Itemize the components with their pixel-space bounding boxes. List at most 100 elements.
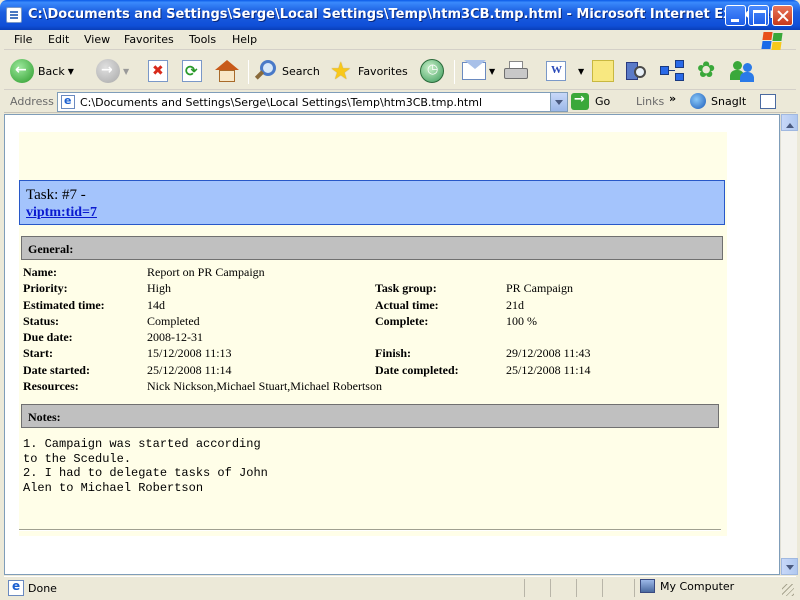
printer-icon bbox=[504, 61, 528, 81]
task-header: Task: #7 - viptm:tid=7 bbox=[19, 180, 725, 225]
resize-grip[interactable] bbox=[782, 584, 794, 596]
horizontal-rule bbox=[19, 529, 721, 531]
menu-help[interactable]: Help bbox=[232, 33, 257, 46]
mail-dropdown-icon[interactable]: ▼ bbox=[489, 67, 495, 76]
go-label: Go bbox=[595, 95, 611, 108]
refresh-icon: ⟳ bbox=[182, 60, 202, 82]
minimize-button[interactable] bbox=[725, 5, 746, 26]
menu-edit[interactable]: Edit bbox=[48, 33, 69, 46]
my-computer-icon bbox=[640, 579, 655, 593]
resources-label: Resources: bbox=[23, 379, 79, 393]
complete-label: Complete: bbox=[375, 314, 429, 328]
messenger-flower-button[interactable]: ✿ bbox=[697, 56, 721, 86]
edit-word-button[interactable]: W ▼ bbox=[546, 56, 584, 86]
task-group-label: Task group: bbox=[375, 281, 437, 295]
ie-page-icon bbox=[6, 7, 22, 23]
task-link[interactable]: viptm:tid=7 bbox=[26, 205, 718, 221]
go-arrow-icon bbox=[571, 92, 589, 110]
history-clock-icon: ◷ bbox=[420, 59, 444, 83]
priority-label: Priority: bbox=[23, 281, 68, 295]
home-icon bbox=[215, 60, 239, 82]
research-button[interactable] bbox=[624, 56, 648, 86]
name-label: Name: bbox=[23, 265, 57, 279]
search-label: Search bbox=[282, 64, 320, 78]
snagit-icon bbox=[690, 93, 706, 109]
name-value: Report on PR Campaign bbox=[147, 265, 265, 279]
status-pane-divider bbox=[576, 579, 577, 597]
home-button[interactable] bbox=[215, 56, 239, 86]
standard-toolbar: ← Back ▼ → ▼ ✖ ⟳ Search ★ Favorites ◷ ▼ … bbox=[4, 52, 796, 90]
search-button[interactable]: Search bbox=[254, 56, 320, 86]
ie-status-icon bbox=[8, 579, 24, 596]
menu-tools[interactable]: Tools bbox=[189, 33, 216, 46]
stop-button[interactable]: ✖ bbox=[148, 56, 168, 86]
search-icon bbox=[254, 59, 278, 83]
history-button[interactable]: ◷ bbox=[420, 56, 444, 86]
actual-time-label: Actual time: bbox=[375, 298, 439, 312]
messenger-button[interactable] bbox=[730, 56, 756, 86]
back-arrow-icon: ← bbox=[10, 59, 34, 83]
estimated-time-label: Estimated time: bbox=[23, 298, 105, 312]
maximize-button[interactable] bbox=[748, 5, 769, 26]
scroll-down-icon[interactable] bbox=[781, 558, 798, 575]
favorites-button[interactable]: ★ Favorites bbox=[330, 56, 408, 86]
scroll-up-icon[interactable] bbox=[781, 114, 798, 131]
address-url[interactable]: C:\Documents and Settings\Serge\Local Se… bbox=[80, 96, 482, 109]
refresh-button[interactable]: ⟳ bbox=[182, 56, 202, 86]
task-title: Task: #7 - bbox=[26, 187, 86, 203]
back-dropdown-icon[interactable]: ▼ bbox=[68, 67, 74, 76]
discuss-button[interactable] bbox=[592, 56, 614, 86]
priority-value: High bbox=[147, 281, 171, 295]
vertical-scrollbar[interactable] bbox=[780, 114, 798, 575]
address-input[interactable]: C:\Documents and Settings\Serge\Local Se… bbox=[57, 92, 568, 112]
status-pane-divider bbox=[602, 579, 603, 597]
status-pane-divider bbox=[524, 579, 525, 597]
mail-button[interactable]: ▼ bbox=[462, 56, 495, 86]
forward-button[interactable]: → ▼ bbox=[96, 56, 129, 86]
general-section-header: General: bbox=[21, 236, 723, 260]
snagit-label: SnagIt bbox=[711, 94, 747, 108]
chevron-right-icon[interactable]: » bbox=[669, 92, 676, 105]
stop-icon: ✖ bbox=[148, 60, 168, 82]
go-button[interactable]: Go bbox=[571, 92, 611, 110]
task-report: Task: #7 - viptm:tid=7 General: Name: Re… bbox=[19, 132, 727, 536]
network-button[interactable] bbox=[660, 56, 686, 86]
snagit-capture-icon[interactable] bbox=[760, 94, 776, 109]
flower-icon: ✿ bbox=[697, 58, 716, 83]
research-book-icon bbox=[624, 60, 648, 82]
edit-dropdown-icon[interactable]: ▼ bbox=[578, 67, 584, 76]
address-bar: Address C:\Documents and Settings\Serge\… bbox=[4, 91, 796, 113]
date-completed-value: 25/12/2008 11:14 bbox=[506, 363, 591, 377]
menu-view[interactable]: View bbox=[84, 33, 110, 46]
print-button[interactable] bbox=[504, 56, 528, 86]
menu-favorites[interactable]: Favorites bbox=[124, 33, 174, 46]
forward-dropdown-icon[interactable]: ▼ bbox=[123, 67, 129, 76]
start-value: 15/12/2008 11:13 bbox=[147, 346, 232, 360]
task-group-value: PR Campaign bbox=[506, 281, 574, 295]
back-button[interactable]: ← Back ▼ bbox=[10, 56, 74, 86]
close-button[interactable] bbox=[772, 5, 793, 26]
status-text: Done bbox=[28, 582, 57, 595]
actual-time-value: 21d bbox=[506, 298, 524, 312]
menu-file[interactable]: File bbox=[14, 33, 32, 46]
start-label: Start: bbox=[23, 346, 53, 360]
favorites-label: Favorites bbox=[358, 64, 408, 78]
snagit-button[interactable]: SnagIt bbox=[690, 93, 746, 109]
links-label[interactable]: Links bbox=[636, 95, 664, 108]
favorites-star-icon: ★ bbox=[330, 57, 352, 85]
date-started-value: 25/12/2008 11:14 bbox=[147, 363, 232, 377]
toolbar-separator bbox=[454, 60, 455, 84]
address-dropdown-icon[interactable] bbox=[550, 93, 567, 111]
menu-bar: File Edit View Favorites Tools Help bbox=[4, 30, 796, 50]
toolbar-separator bbox=[248, 60, 249, 84]
notes-text: 1. Campaign was started according to the… bbox=[23, 437, 268, 495]
word-document-icon: W bbox=[546, 61, 566, 81]
forward-arrow-icon: → bbox=[96, 59, 120, 83]
page-viewport: Task: #7 - viptm:tid=7 General: Name: Re… bbox=[4, 114, 780, 575]
due-date-value: 2008-12-31 bbox=[147, 330, 203, 344]
window-title: C:\Documents and Settings\Serge\Local Se… bbox=[28, 7, 776, 22]
back-label: Back bbox=[38, 64, 65, 78]
status-value: Completed bbox=[147, 314, 200, 328]
date-started-label: Date started: bbox=[23, 363, 90, 377]
messenger-people-icon bbox=[730, 59, 756, 83]
